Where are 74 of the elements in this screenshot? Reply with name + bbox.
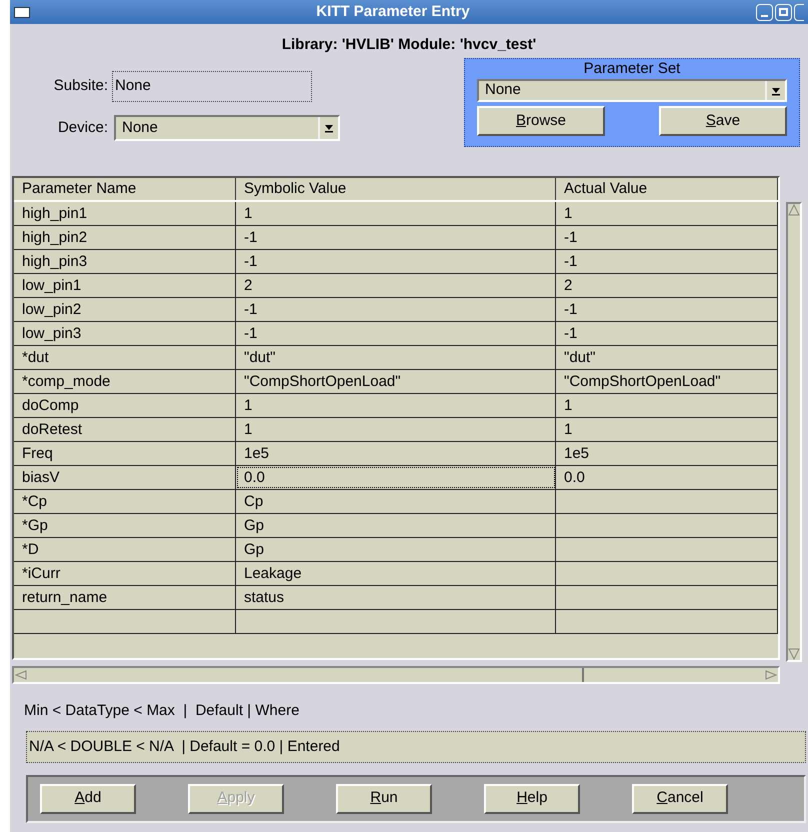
table-cell[interactable]: -1 bbox=[556, 226, 778, 249]
button[interactable]: Add bbox=[40, 784, 136, 814]
device-dropdown[interactable]: None bbox=[114, 115, 340, 141]
parameter-set-title: Parameter Set bbox=[582, 59, 682, 79]
table-cell[interactable]: -1 bbox=[236, 250, 556, 273]
table-cell[interactable]: 1 bbox=[236, 418, 556, 441]
table-cell[interactable]: Gp bbox=[236, 538, 556, 561]
table-cell[interactable]: "CompShortOpenLoad" bbox=[236, 370, 556, 393]
maximize-icon[interactable] bbox=[775, 4, 792, 20]
table-cell[interactable]: *Cp bbox=[14, 490, 236, 513]
table-cell[interactable]: "dut" bbox=[556, 346, 778, 369]
table-cell[interactable]: -1 bbox=[556, 298, 778, 321]
table-cell[interactable]: *comp_mode bbox=[14, 370, 236, 393]
scroll-down-icon bbox=[788, 648, 800, 660]
table-cell[interactable]: high_pin2 bbox=[14, 226, 236, 249]
table-cell[interactable]: Freq bbox=[14, 442, 236, 465]
table-cell[interactable]: high_pin1 bbox=[14, 202, 236, 225]
vertical-scrollbar[interactable] bbox=[786, 202, 802, 662]
device-label: Device: bbox=[56, 118, 109, 138]
scroll-right-icon bbox=[764, 670, 778, 680]
column-header[interactable]: Actual Value bbox=[556, 178, 778, 200]
table-cell[interactable]: *iCurr bbox=[14, 562, 236, 585]
table-cell[interactable]: -1 bbox=[556, 322, 778, 345]
table-cell[interactable]: status bbox=[236, 586, 556, 609]
table-cell[interactable]: 1 bbox=[236, 202, 556, 225]
subsite-field: None bbox=[112, 70, 312, 102]
table-cell[interactable]: low_pin3 bbox=[14, 322, 236, 345]
table-cell[interactable]: *D bbox=[14, 538, 236, 561]
table-cell[interactable]: -1 bbox=[236, 322, 556, 345]
library-module-heading: Library: 'HVLIB' Module: 'hvcv_test' bbox=[280, 35, 538, 55]
table-cell[interactable]: *dut bbox=[14, 346, 236, 369]
parameter-set-dropdown[interactable]: None bbox=[477, 79, 787, 102]
table-cell[interactable]: doComp bbox=[14, 394, 236, 417]
table-cell[interactable]: 1 bbox=[556, 394, 778, 417]
table-cell[interactable]: biasV bbox=[14, 466, 236, 489]
info-field: N/A < DOUBLE < N/A | Default = 0.0 | Entered bbox=[26, 730, 806, 762]
table-cell[interactable]: 1 bbox=[556, 418, 778, 441]
button[interactable]: Run bbox=[336, 784, 432, 814]
table-cell[interactable]: 1e5 bbox=[556, 442, 778, 465]
window-title: KITT Parameter Entry bbox=[315, 2, 471, 22]
button[interactable]: Browse bbox=[477, 106, 605, 136]
table-cell[interactable]: *Gp bbox=[14, 514, 236, 537]
table-cell[interactable]: return_name bbox=[14, 586, 236, 609]
button[interactable]: Save bbox=[659, 106, 787, 136]
table-cell[interactable]: Leakage bbox=[236, 562, 556, 585]
table-cell[interactable]: 1 bbox=[556, 202, 778, 225]
minimize-icon[interactable] bbox=[756, 4, 773, 20]
table-cell[interactable]: 2 bbox=[236, 274, 556, 297]
table-cell[interactable]: Gp bbox=[236, 514, 556, 537]
table-cell[interactable]: doRetest bbox=[14, 418, 236, 441]
table-cell[interactable]: low_pin2 bbox=[14, 298, 236, 321]
scroll-up-icon bbox=[788, 204, 800, 216]
column-header[interactable]: Parameter Name bbox=[14, 178, 236, 200]
table-cell[interactable]: 0.0 bbox=[236, 466, 556, 489]
button[interactable]: Help bbox=[484, 784, 580, 814]
horizontal-scrollbar[interactable] bbox=[12, 666, 780, 684]
table-cell[interactable]: "CompShortOpenLoad" bbox=[556, 370, 778, 393]
subsite-label: Subsite: bbox=[52, 76, 109, 96]
button[interactable]: Cancel bbox=[632, 784, 728, 814]
table-cell[interactable]: -1 bbox=[236, 226, 556, 249]
column-header[interactable]: Symbolic Value bbox=[236, 178, 556, 200]
info-label: Min < DataType < Max | Default | Where bbox=[24, 701, 300, 721]
table-cell[interactable]: 2 bbox=[556, 274, 778, 297]
table-cell[interactable]: 1e5 bbox=[236, 442, 556, 465]
table-cell[interactable]: "dut" bbox=[236, 346, 556, 369]
table-cell[interactable]: 0.0 bbox=[556, 466, 778, 489]
table-cell[interactable]: low_pin1 bbox=[14, 274, 236, 297]
table-cell[interactable]: -1 bbox=[236, 298, 556, 321]
table-cell[interactable]: -1 bbox=[556, 250, 778, 273]
table-cell[interactable]: Cp bbox=[236, 490, 556, 513]
scroll-left-icon bbox=[14, 670, 28, 680]
table-cell[interactable]: 1 bbox=[236, 394, 556, 417]
table-cell[interactable]: high_pin3 bbox=[14, 250, 236, 273]
window-menu-icon[interactable] bbox=[14, 6, 30, 18]
